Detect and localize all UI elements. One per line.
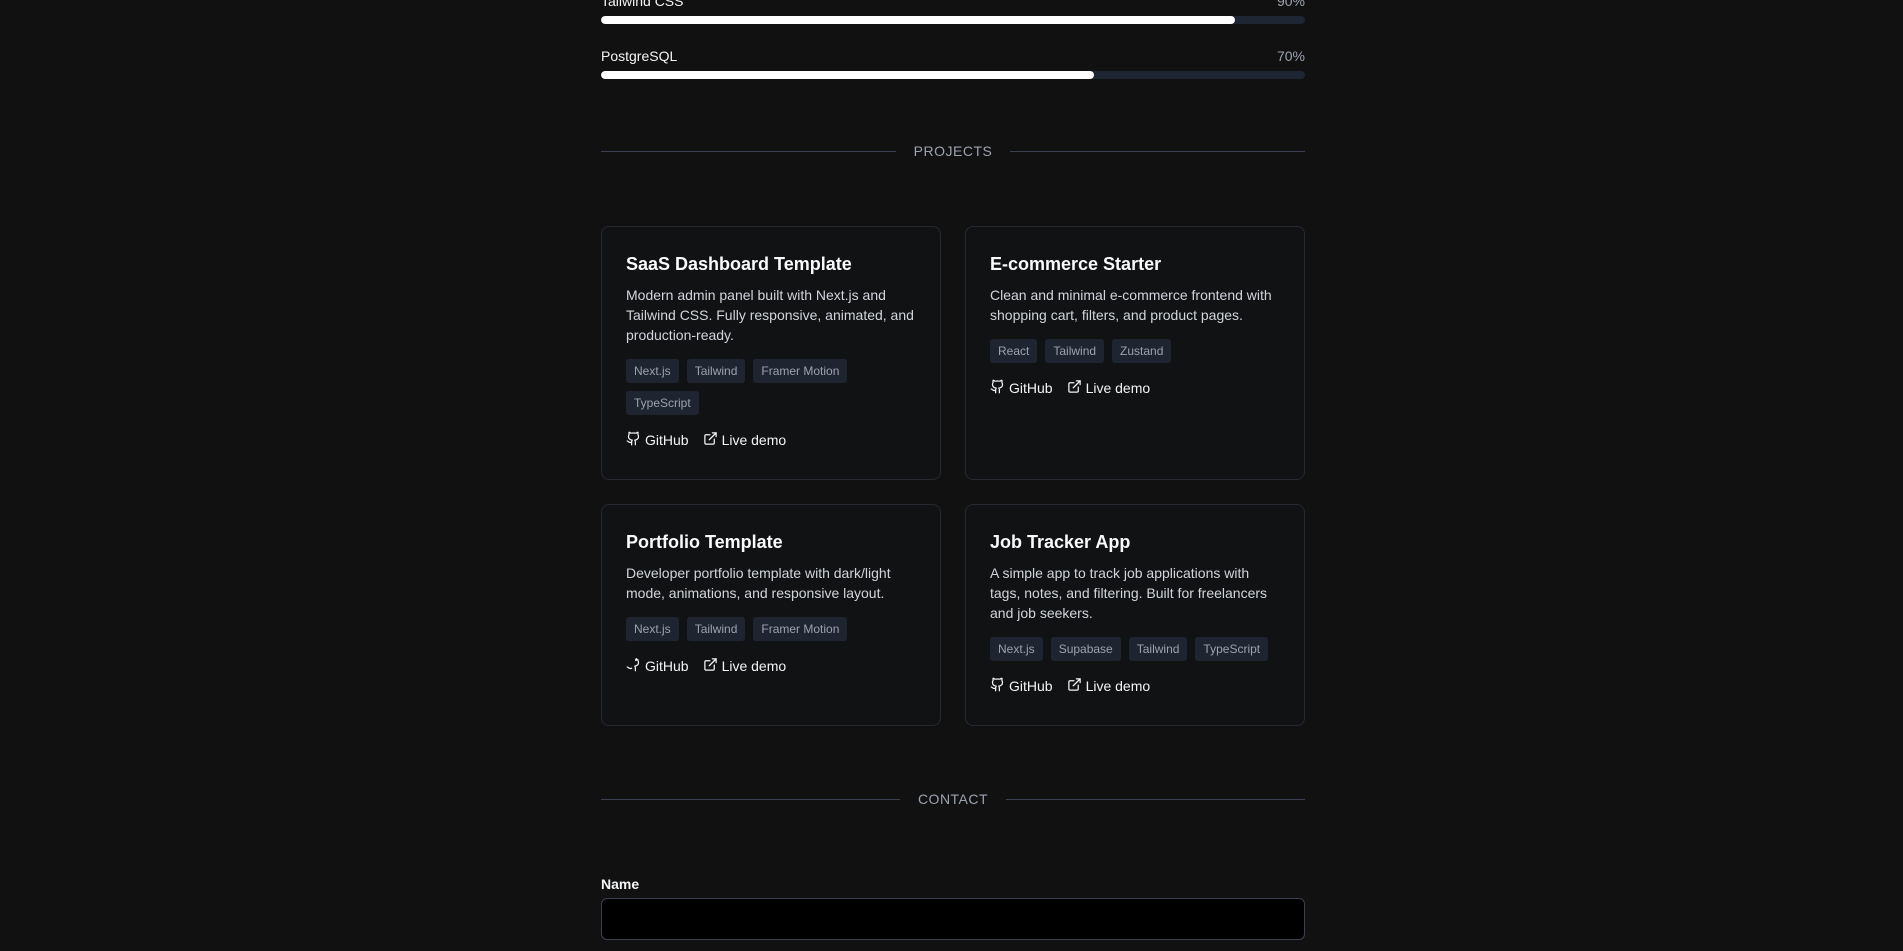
github-icon — [990, 379, 1005, 397]
project-card: SaaS Dashboard Template Modern admin pan… — [601, 226, 941, 480]
github-label: GitHub — [645, 658, 689, 674]
github-link[interactable]: GitHub — [626, 431, 689, 449]
tag: Next.js — [990, 637, 1043, 661]
project-tags: React Tailwind Zustand — [990, 339, 1280, 363]
skill-postgresql: PostgreSQL 70% — [601, 48, 1305, 79]
project-tags: Next.js Tailwind Framer Motion TypeScrip… — [626, 359, 916, 415]
project-card: Portfolio Template Developer portfolio t… — [601, 504, 941, 726]
live-demo-label: Live demo — [1085, 678, 1151, 694]
tag: Next.js — [626, 617, 679, 641]
tag: Framer Motion — [753, 617, 848, 641]
skill-name: Tailwind CSS — [601, 0, 684, 9]
github-icon — [990, 677, 1005, 695]
divider-line — [601, 798, 900, 800]
skill-bar-fill — [601, 16, 1235, 24]
section-title: PROJECTS — [913, 143, 993, 159]
tag: Next.js — [626, 359, 679, 383]
tag: React — [990, 339, 1038, 363]
external-link-icon — [1067, 677, 1082, 695]
live-demo-link[interactable]: Live demo — [703, 657, 787, 675]
project-tags: Next.js Supabase Tailwind TypeScript — [990, 637, 1280, 661]
tag: Tailwind — [686, 617, 746, 641]
live-demo-link[interactable]: Live demo — [1067, 677, 1151, 695]
name-field-label: Name — [601, 876, 640, 892]
project-description: Clean and minimal e-commerce frontend wi… — [990, 287, 1272, 323]
project-title: E-commerce Starter — [990, 254, 1162, 274]
tag: Framer Motion — [753, 359, 848, 383]
github-label: GitHub — [1009, 678, 1053, 694]
project-description: A simple app to track job applications w… — [990, 565, 1268, 621]
github-label: GitHub — [1009, 380, 1053, 396]
tag: Tailwind — [686, 359, 746, 383]
tag: TypeScript — [1195, 637, 1269, 661]
github-link[interactable]: GitHub — [990, 677, 1053, 695]
tag: TypeScript — [626, 391, 699, 415]
project-description: Modern admin panel built with Next.js an… — [626, 287, 914, 343]
project-title: SaaS Dashboard Template — [626, 254, 852, 274]
live-demo-link[interactable]: Live demo — [703, 431, 787, 449]
project-title: Portfolio Template — [626, 532, 783, 552]
tag: Zustand — [1112, 339, 1172, 363]
github-link[interactable]: GitHub — [990, 379, 1053, 397]
live-demo-label: Live demo — [1085, 380, 1151, 396]
section-title: CONTACT — [917, 791, 989, 807]
github-label: GitHub — [645, 432, 689, 448]
project-tags: Next.js Tailwind Framer Motion — [626, 617, 916, 641]
project-card: Job Tracker App A simple app to track jo… — [965, 504, 1305, 726]
tag: Tailwind — [1045, 339, 1105, 363]
divider-line — [1006, 798, 1305, 800]
contact-section-header: CONTACT — [601, 791, 1305, 807]
skill-tailwind: Tailwind CSS 90% — [601, 0, 1305, 24]
project-title: Job Tracker App — [990, 532, 1131, 552]
live-demo-link[interactable]: Live demo — [1067, 379, 1151, 397]
skill-bar-track — [601, 16, 1305, 24]
project-card: E-commerce Starter Clean and minimal e-c… — [965, 226, 1305, 480]
divider-line — [601, 150, 896, 152]
github-icon — [626, 657, 641, 675]
external-link-icon — [703, 657, 718, 675]
name-input[interactable] — [601, 898, 1305, 940]
tag: Supabase — [1050, 637, 1121, 661]
github-icon — [626, 431, 641, 449]
tag: Tailwind — [1128, 637, 1188, 661]
skill-name: PostgreSQL — [601, 48, 678, 64]
project-description: Developer portfolio template with dark/l… — [626, 565, 891, 601]
skill-bar-fill — [601, 71, 1094, 79]
external-link-icon — [1067, 379, 1082, 397]
live-demo-label: Live demo — [721, 432, 787, 448]
live-demo-label: Live demo — [721, 658, 787, 674]
skill-percent: 70% — [1276, 48, 1305, 64]
skill-percent: 90% — [1276, 0, 1305, 9]
projects-section-header: PROJECTS — [601, 143, 1305, 159]
skill-bar-track — [601, 71, 1305, 79]
divider-line — [1010, 150, 1305, 152]
external-link-icon — [703, 431, 718, 449]
github-link[interactable]: GitHub — [626, 657, 689, 675]
